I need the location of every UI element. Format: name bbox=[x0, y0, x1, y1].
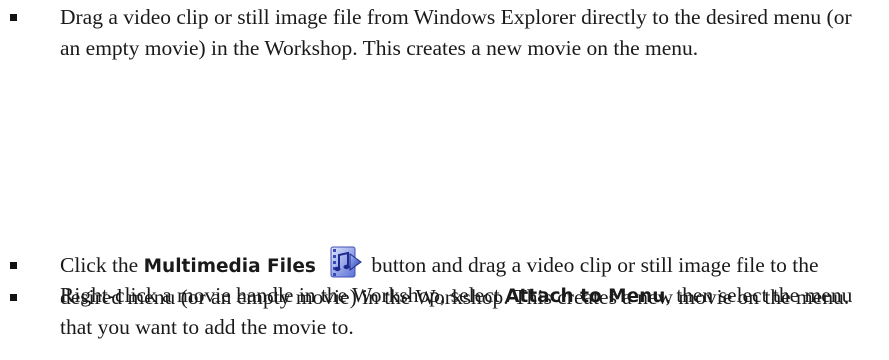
item-text: Right-click a movie handle in the Worksh… bbox=[60, 280, 875, 343]
item-3-pre: Right-click a movie handle in the Worksh… bbox=[60, 283, 506, 307]
attach-to-menu-label: Attach to Menu bbox=[505, 286, 666, 307]
bullet-marker bbox=[10, 262, 17, 269]
bullet-marker bbox=[10, 14, 17, 21]
bullet-marker bbox=[10, 294, 17, 301]
item-1-text: Drag a video clip or still image file fr… bbox=[60, 5, 852, 60]
item-2-pre: Click the bbox=[60, 253, 144, 277]
item-text: Drag a video clip or still image file fr… bbox=[60, 2, 875, 64]
multimedia-files-label: Multimedia Files bbox=[143, 256, 316, 277]
multimedia-files-icon bbox=[324, 246, 362, 278]
